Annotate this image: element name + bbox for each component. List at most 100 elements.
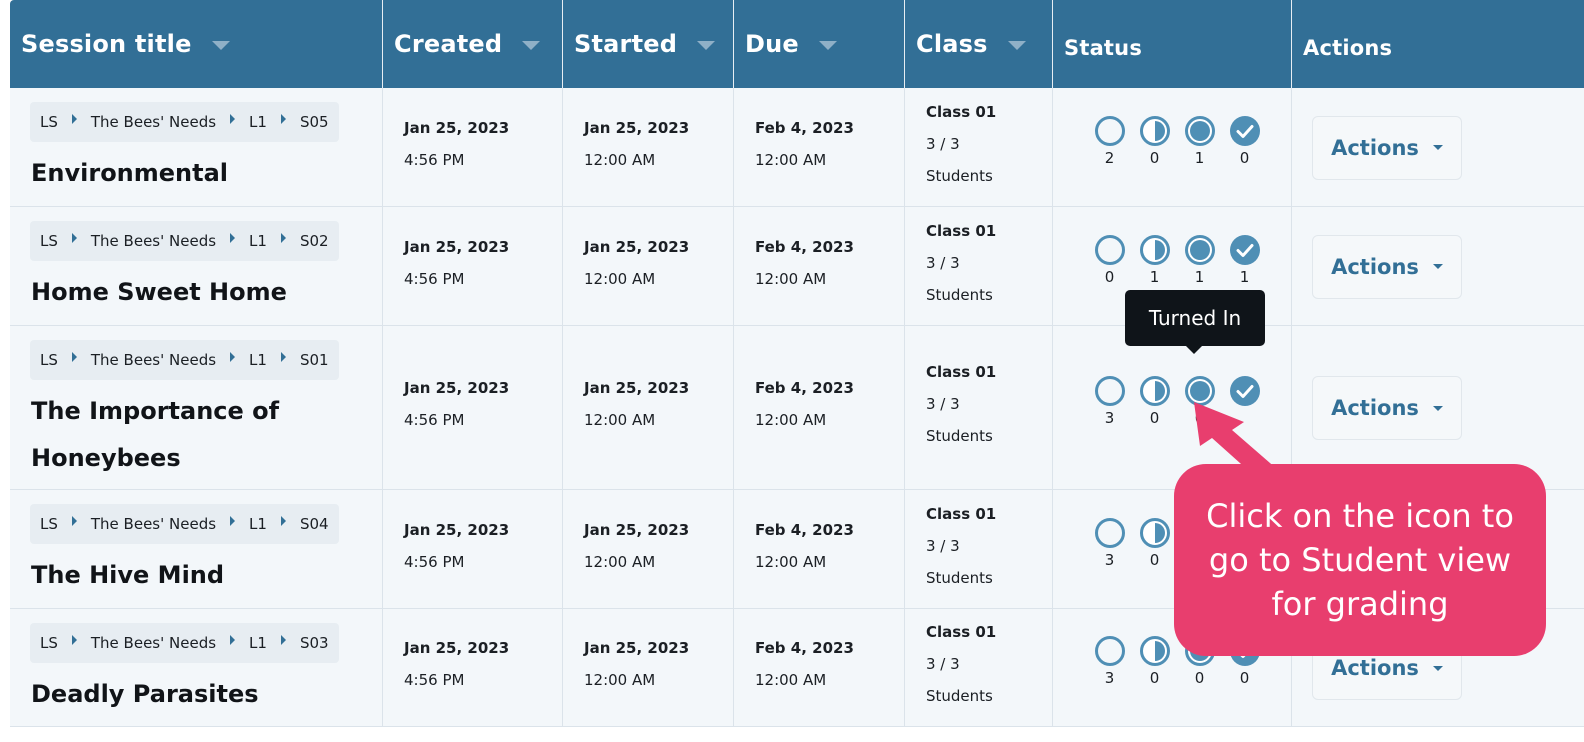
status-half-circle[interactable]: 0 bbox=[1132, 517, 1177, 569]
check-circle-icon[interactable] bbox=[1222, 115, 1267, 147]
class-student-count: 3 / 3 bbox=[926, 395, 960, 413]
cell-due: Feb 4, 2023 12:00 AM bbox=[734, 326, 905, 489]
cell-class: Class 01 3 / 3 Students bbox=[905, 326, 1053, 489]
actions-dropdown-button[interactable]: Actions bbox=[1312, 115, 1462, 180]
class-student-unit: Students bbox=[926, 568, 993, 587]
col-started[interactable]: Started bbox=[563, 0, 734, 88]
breadcrumb-item[interactable]: L1 bbox=[249, 351, 267, 369]
status-tooltip: Turned In bbox=[1125, 290, 1265, 354]
empty-circle-icon[interactable] bbox=[1087, 517, 1132, 549]
half-circle-icon[interactable] bbox=[1132, 234, 1177, 266]
due-date: Feb 4, 2023 bbox=[755, 379, 854, 397]
status-empty-circle[interactable]: 3 bbox=[1087, 375, 1132, 427]
status-half-circle[interactable]: 0 bbox=[1132, 115, 1177, 167]
half-circle-icon[interactable] bbox=[1132, 115, 1177, 147]
chevron-down-icon bbox=[1432, 145, 1443, 150]
col-due[interactable]: Due bbox=[734, 0, 905, 88]
half-circle-icon[interactable] bbox=[1132, 517, 1177, 549]
status-empty-circle[interactable]: 3 bbox=[1087, 635, 1132, 687]
breadcrumb-item[interactable]: S04 bbox=[300, 515, 329, 533]
actions-dropdown-button[interactable]: Actions bbox=[1312, 234, 1462, 299]
status-count: 3 bbox=[1104, 409, 1115, 427]
breadcrumb-item[interactable]: The Bees' Needs bbox=[91, 634, 216, 652]
actions-dropdown-button[interactable]: Actions bbox=[1312, 376, 1462, 440]
sort-arrow-icon[interactable] bbox=[818, 40, 837, 50]
due-date: Feb 4, 2023 bbox=[755, 118, 854, 137]
status-half-circle[interactable]: 1 bbox=[1132, 234, 1177, 286]
empty-circle-icon[interactable] bbox=[1087, 635, 1132, 667]
breadcrumb-item[interactable]: LS bbox=[40, 351, 58, 369]
table-row: LSThe Bees' NeedsL1S05Environmental Engi… bbox=[10, 88, 1584, 234]
created-time: 4:56 PM bbox=[404, 411, 465, 429]
breadcrumb-item[interactable]: LS bbox=[40, 232, 58, 250]
breadcrumb-item[interactable]: LS bbox=[40, 515, 58, 533]
sort-arrow-icon[interactable] bbox=[1007, 40, 1026, 50]
empty-circle-icon[interactable] bbox=[1087, 375, 1132, 407]
status-count: 1 bbox=[1239, 267, 1250, 286]
breadcrumb-item[interactable]: The Bees' Needs bbox=[91, 232, 216, 250]
cell-session-title: LS The Bees' Needs L1 S03 Deadly Parasites bbox=[10, 609, 383, 726]
class-student-unit: Students bbox=[926, 427, 993, 445]
empty-circle-icon[interactable] bbox=[1087, 234, 1132, 266]
started-date: Jan 25, 2023 bbox=[584, 237, 690, 256]
created-time: 4:56 PM bbox=[404, 671, 465, 689]
due-date: Feb 4, 2023 bbox=[755, 639, 854, 657]
status-empty-circle[interactable]: 3 bbox=[1087, 517, 1132, 569]
breadcrumb-item[interactable]: S01 bbox=[300, 351, 329, 369]
session-title-link[interactable]: Deadly Parasites bbox=[31, 671, 361, 718]
status-half-circle[interactable]: 0 bbox=[1132, 375, 1177, 427]
col-class[interactable]: Class bbox=[905, 0, 1053, 88]
session-title-link[interactable]: The Hive Mind bbox=[31, 552, 361, 599]
session-title-link[interactable]: Home Sweet Home bbox=[31, 269, 361, 316]
status-check-circle[interactable]: 0 bbox=[1222, 115, 1267, 167]
created-date: Jan 25, 2023 bbox=[404, 379, 510, 397]
breadcrumb-item[interactable]: L1 bbox=[249, 232, 267, 250]
half-circle-icon[interactable] bbox=[1132, 635, 1177, 667]
sort-arrow-icon[interactable] bbox=[697, 40, 716, 50]
breadcrumb-item[interactable]: L1 bbox=[249, 634, 267, 652]
due-time: 12:00 AM bbox=[755, 552, 827, 571]
breadcrumb-item[interactable]: LS bbox=[40, 634, 58, 652]
status-half-circle[interactable]: 0 bbox=[1132, 635, 1177, 687]
check-circle-icon[interactable] bbox=[1222, 234, 1267, 266]
status-filled-circle[interactable]: 1 bbox=[1177, 115, 1222, 167]
created-time: 4:56 PM bbox=[404, 150, 465, 169]
class-student-count: 3 / 3 bbox=[926, 655, 960, 673]
status-filled-circle[interactable]: 1 bbox=[1177, 234, 1222, 286]
empty-circle-icon[interactable] bbox=[1087, 115, 1132, 147]
chevron-right-icon bbox=[280, 516, 286, 526]
breadcrumb-item[interactable]: The Bees' Needs bbox=[91, 113, 216, 131]
col-actions: Actions bbox=[1303, 36, 1393, 60]
cell-due: Feb 4, 2023 12:00 AM bbox=[734, 609, 905, 726]
half-circle-icon[interactable] bbox=[1132, 375, 1177, 407]
breadcrumb-item[interactable]: L1 bbox=[249, 515, 267, 533]
sort-arrow-icon[interactable] bbox=[211, 40, 230, 50]
class-name: Class 01 bbox=[926, 102, 997, 121]
sort-arrow-icon[interactable] bbox=[522, 40, 541, 50]
started-time: 12:00 AM bbox=[584, 671, 656, 689]
breadcrumb-item[interactable]: S05 bbox=[300, 113, 329, 131]
started-time: 12:00 AM bbox=[584, 150, 656, 169]
status-empty-circle[interactable]: 2 bbox=[1087, 115, 1132, 167]
cell-class: Class 01 3 / 3 Students bbox=[905, 609, 1053, 726]
col-created[interactable]: Created bbox=[383, 0, 563, 88]
started-time: 12:00 AM bbox=[584, 411, 656, 429]
filled-circle-icon[interactable] bbox=[1177, 115, 1222, 147]
breadcrumb-item[interactable]: S02 bbox=[300, 232, 329, 250]
created-time: 4:56 PM bbox=[404, 552, 465, 571]
status-count: 0 bbox=[1239, 148, 1250, 167]
status-check-circle[interactable]: 1 bbox=[1222, 234, 1267, 286]
breadcrumb-item[interactable]: L1 bbox=[249, 113, 267, 131]
status-empty-circle[interactable]: 0 bbox=[1087, 234, 1132, 286]
due-time: 12:00 AM bbox=[755, 671, 827, 689]
col-session-title[interactable]: Session title bbox=[10, 0, 383, 88]
session-title-link[interactable]: The Importance of Honeybees bbox=[31, 388, 361, 482]
breadcrumb-item[interactable]: The Bees' Needs bbox=[91, 515, 216, 533]
breadcrumb-item[interactable]: The Bees' Needs bbox=[91, 351, 216, 369]
filled-circle-icon[interactable] bbox=[1177, 234, 1222, 266]
breadcrumb-item[interactable]: LS bbox=[40, 113, 58, 131]
breadcrumb-item[interactable]: S03 bbox=[300, 634, 329, 652]
breadcrumb: LS The Bees' Needs L1 S05 bbox=[30, 102, 339, 142]
class-name: Class 01 bbox=[926, 504, 997, 523]
cell-class: Class 01 3 / 3 Students bbox=[905, 207, 1053, 325]
